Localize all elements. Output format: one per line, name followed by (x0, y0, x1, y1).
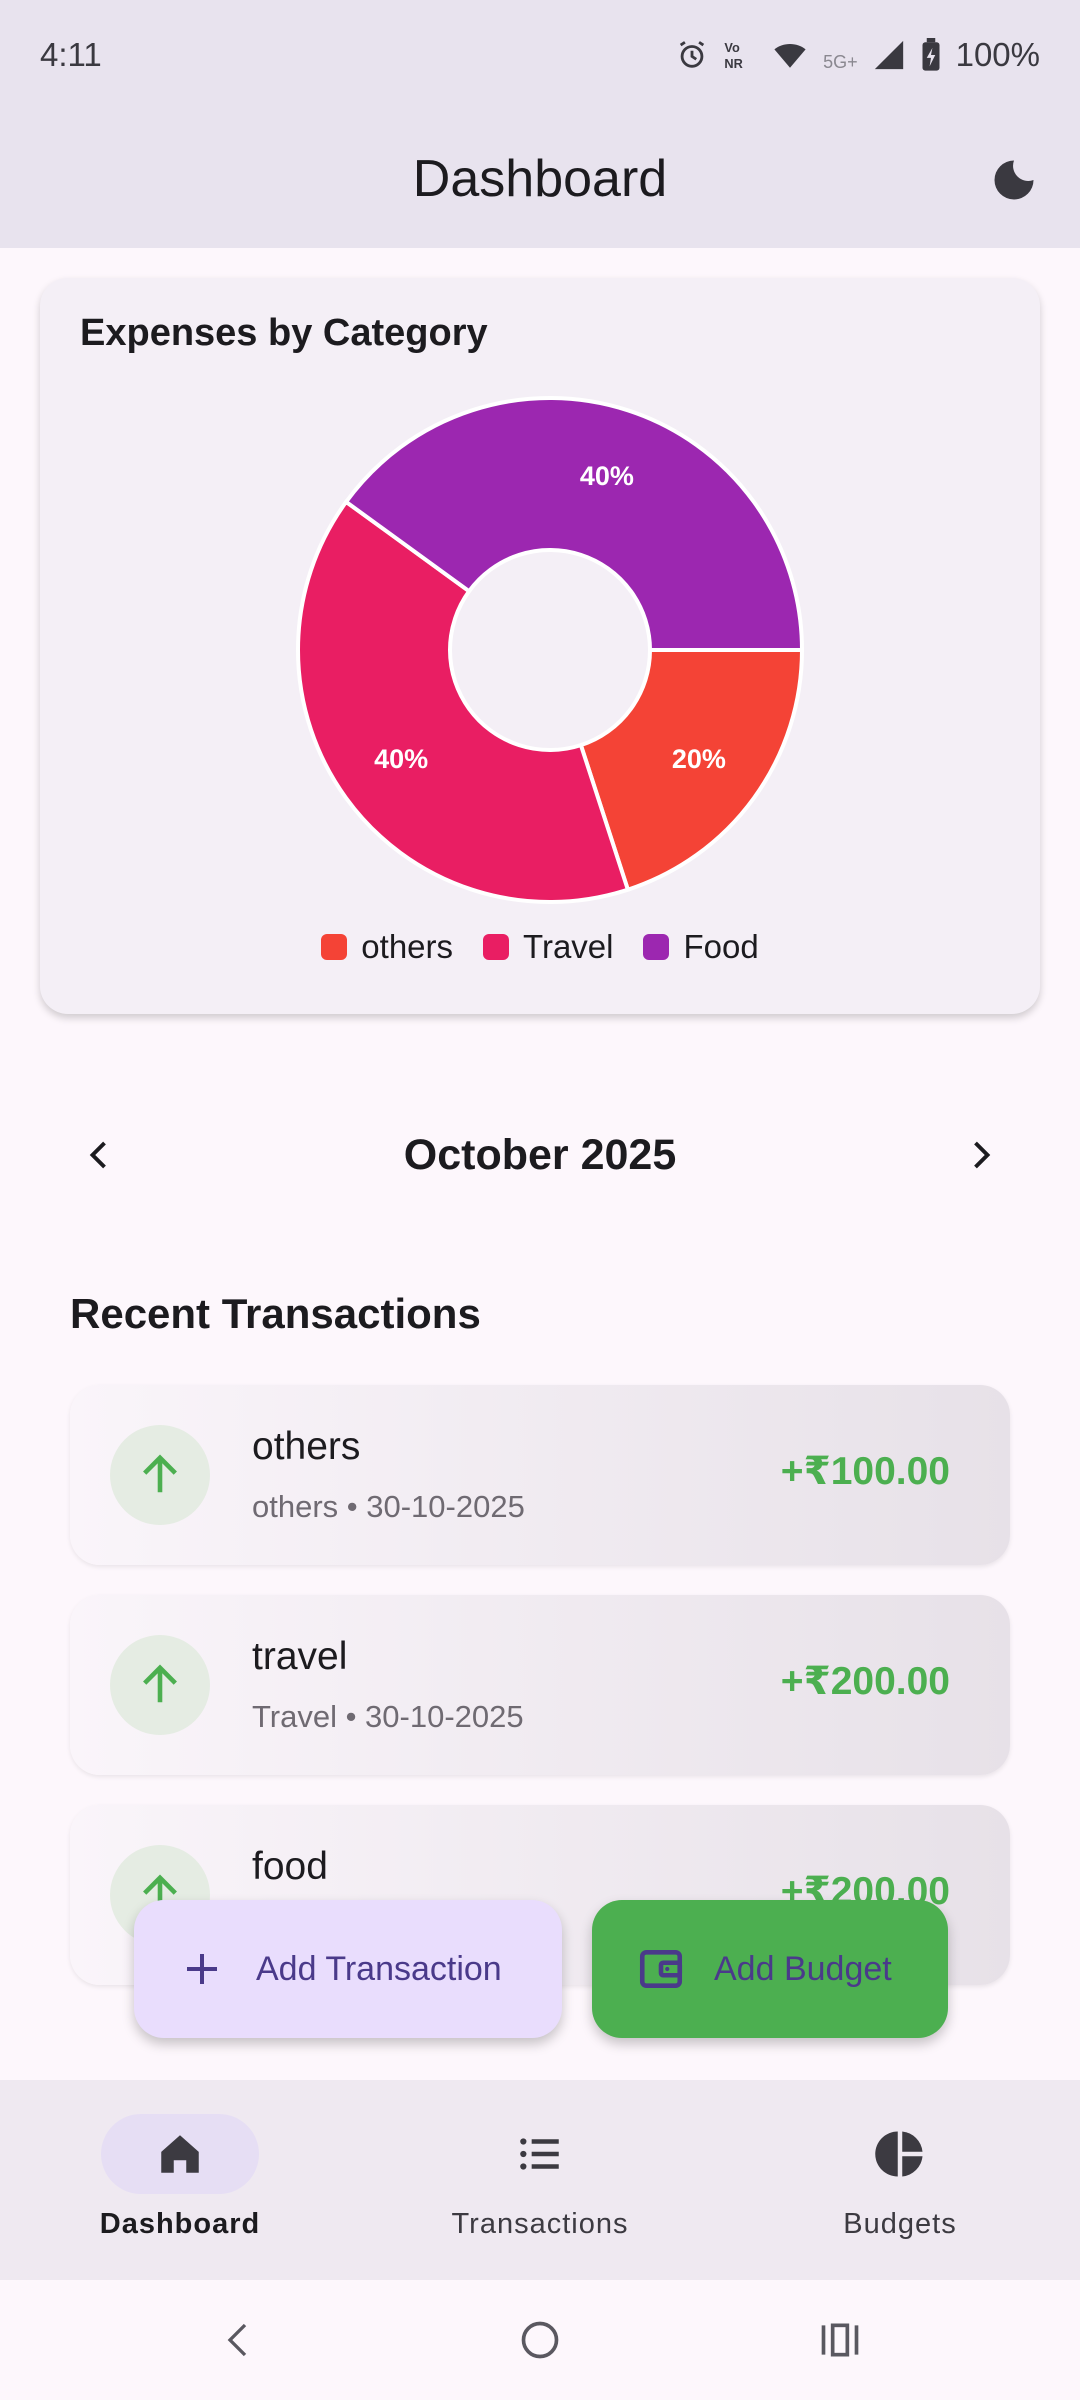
wallet-icon (639, 1950, 683, 1988)
page-title: Dashboard (412, 150, 668, 208)
svg-text:Vo: Vo (724, 40, 740, 55)
transaction-title: others (252, 1425, 361, 1468)
legend-item-travel: Travel (483, 928, 613, 966)
home-button[interactable] (510, 2310, 570, 2370)
nav-label-budgets: Budgets (843, 2208, 957, 2240)
add-transaction-label: Add Transaction (256, 1949, 502, 1988)
alarm-icon (679, 41, 705, 68)
transaction-amount: +₹200.00 (780, 1660, 950, 1703)
chart-legend: others Travel Food (40, 928, 1040, 966)
status-icons: Vo NR 5G+ 100% (675, 36, 1040, 74)
moon-icon (994, 160, 1034, 200)
list-icon (520, 2138, 559, 2170)
donut-chart: 20% 40% 40% (296, 396, 805, 904)
nav-item-budgets[interactable]: Budgets (770, 2114, 1030, 2254)
wifi-icon (774, 44, 806, 68)
add-transaction-button[interactable]: Add Transaction (134, 1900, 562, 2038)
legend-label: others (361, 928, 454, 965)
chevron-left-icon (89, 1141, 106, 1169)
nav-label-dashboard: Dashboard (99, 2208, 261, 2240)
arrow-up-icon (110, 1425, 210, 1525)
legend-swatch (483, 934, 510, 960)
month-label: October 2025 (403, 1130, 677, 1179)
prev-month-button[interactable] (60, 1115, 140, 1195)
next-month-button[interactable] (940, 1115, 1020, 1195)
recents-button[interactable] (810, 2310, 870, 2370)
legend-label: Food (683, 928, 759, 965)
battery-icon (922, 38, 940, 71)
pie-chart-icon (875, 2131, 923, 2177)
status-bar: 4:11 Vo NR 5G+ 100% (0, 0, 1080, 110)
battery-percent: 100% (955, 36, 1040, 73)
home-circle-icon (521, 2321, 559, 2359)
status-time: 4:11 (40, 36, 102, 73)
add-budget-button[interactable]: Add Budget (592, 1900, 948, 2038)
chart-title: Expenses by Category (80, 312, 488, 354)
app-bar: Dashboard (0, 110, 1080, 248)
transaction-subtitle: others • 30-10-2025 (252, 1489, 525, 1524)
recents-icon (821, 2323, 859, 2357)
transaction-title: food (252, 1845, 328, 1888)
expenses-chart-card: Expenses by Category 20% 40% 40% others Tra… (40, 278, 1040, 1014)
legend-item-food: Food (643, 928, 759, 966)
transaction-title: travel (252, 1635, 348, 1678)
system-navigation-bar (0, 2280, 1080, 2400)
transaction-amount: +₹100.00 (780, 1450, 950, 1493)
vonr-icon: VoNR (724, 40, 742, 71)
chevron-right-icon (974, 1141, 991, 1169)
slice-label-travel: 40% (374, 744, 428, 774)
nav-label-transactions: Transactions (451, 2208, 629, 2240)
legend-swatch (321, 934, 348, 960)
svg-text:NR: NR (724, 56, 742, 71)
theme-toggle-button[interactable] (984, 150, 1044, 210)
legend-swatch (643, 934, 670, 960)
transaction-item[interactable]: travel Travel • 30-10-2025 +₹200.00 (70, 1595, 1010, 1775)
slice-label-others: 20% (672, 744, 726, 774)
nav-item-dashboard[interactable]: Dashboard (50, 2114, 310, 2254)
bottom-navigation: Dashboard Transactions Budgets (0, 2080, 1080, 2280)
month-navigator: October 2025 (60, 1110, 1020, 1200)
back-button[interactable] (210, 2310, 270, 2370)
arrow-up-icon (110, 1635, 210, 1735)
legend-item-others: others (321, 928, 453, 966)
home-icon (161, 2135, 199, 2173)
back-icon (227, 2323, 247, 2357)
transaction-item[interactable]: others others • 30-10-2025 +₹100.00 (70, 1385, 1010, 1565)
transaction-subtitle: Travel • 30-10-2025 (252, 1699, 524, 1734)
plus-icon (187, 1954, 217, 1984)
nav-item-transactions[interactable]: Transactions (410, 2114, 670, 2254)
signal-icon (874, 40, 903, 70)
recent-transactions-title: Recent Transactions (70, 1290, 481, 1337)
legend-label: Travel (523, 928, 614, 965)
slice-label-food: 40% (580, 461, 634, 491)
network-type: 5G+ (823, 51, 858, 72)
add-budget-label: Add Budget (714, 1949, 892, 1988)
